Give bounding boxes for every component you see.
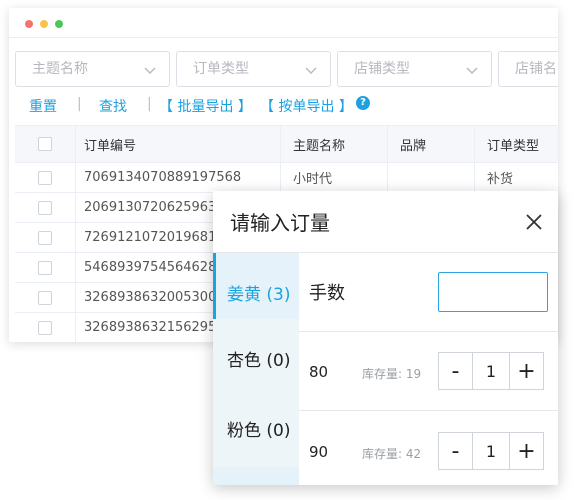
chevron-down-icon	[144, 67, 156, 74]
table-row[interactable]: 7069134070889197568 小时代 补货	[15, 163, 558, 193]
batch-export-link[interactable]: 【 批量导出 】	[159, 96, 252, 116]
quantity-stepper: - 1 +	[438, 352, 544, 390]
hands-input[interactable]	[438, 272, 548, 312]
quantity-panel: 手数 80 库存量: 19 - 1 + 90 库存量: 42 - 1 +	[299, 253, 558, 485]
order-type: 补货	[474, 163, 558, 192]
row-checkbox[interactable]	[38, 290, 52, 305]
row-checkbox[interactable]	[38, 170, 52, 185]
filter-bar: 主题名称 订单类型 店铺类型 店铺名	[9, 51, 558, 87]
column-header: 订单类型	[474, 126, 558, 162]
theme-select[interactable]: 主题名称	[15, 51, 170, 87]
color-tab-label: 姜黄 (3)	[227, 284, 291, 305]
select-all-checkbox[interactable]	[38, 137, 52, 151]
color-tab-label: 粉色 (0)	[227, 420, 291, 441]
quantity-value[interactable]: 1	[473, 353, 509, 389]
reset-link[interactable]: 重置	[29, 96, 57, 116]
row-checkbox[interactable]	[38, 230, 52, 245]
row-checkbox[interactable]	[38, 320, 52, 335]
close-icon[interactable]	[520, 208, 548, 236]
hands-row: 手数	[299, 253, 558, 332]
order-type-select[interactable]: 订单类型	[176, 51, 331, 87]
column-header: 主题名称	[280, 126, 387, 162]
size-value: 90	[309, 443, 329, 461]
column-header: 品牌	[387, 126, 474, 162]
quantity-value[interactable]: 1	[473, 433, 509, 469]
help-icon[interactable]: ?	[356, 96, 370, 110]
single-export-link[interactable]: 【 按单导出 】	[260, 96, 353, 116]
size-row: 90 库存量: 42 - 1 +	[299, 411, 558, 485]
store-type-select[interactable]: 店铺类型	[337, 51, 492, 87]
decrement-button[interactable]: -	[439, 433, 473, 469]
size-value: 80	[309, 363, 329, 381]
divider: |	[147, 96, 152, 112]
row-checkbox[interactable]	[38, 260, 52, 275]
order-number: 7069134070889197568	[75, 163, 280, 192]
order-quantity-dialog: 请输入订量 姜黄 (3) 杏色 (0) 粉色 (0) 手数 80 库存量: 19…	[213, 191, 558, 485]
divider: |	[77, 96, 82, 112]
store-type-placeholder: 店铺类型	[354, 61, 410, 77]
order-type-placeholder: 订单类型	[193, 61, 249, 77]
chevron-down-icon	[466, 67, 478, 74]
stock-label: 库存量: 19	[362, 367, 422, 381]
close-window-dot[interactable]	[25, 20, 33, 28]
color-tab-apricot[interactable]: 杏色 (0)	[213, 319, 299, 397]
theme-select-placeholder: 主题名称	[32, 61, 88, 77]
theme-name: 小时代	[280, 163, 387, 192]
size-row: 80 库存量: 19 - 1 +	[299, 332, 558, 411]
color-tab-pink[interactable]: 粉色 (0)	[213, 389, 299, 467]
table-header: 订单编号 主题名称 品牌 订单类型	[15, 125, 558, 163]
dialog-header: 请输入订量	[213, 191, 558, 253]
title-bar	[9, 8, 558, 38]
search-link[interactable]: 查找	[99, 96, 127, 116]
color-sidebar: 姜黄 (3) 杏色 (0) 粉色 (0)	[213, 253, 299, 485]
decrement-button[interactable]: -	[439, 353, 473, 389]
chevron-down-icon	[305, 67, 317, 74]
quantity-stepper: - 1 +	[438, 432, 544, 470]
maximize-window-dot[interactable]	[55, 20, 63, 28]
minimize-window-dot[interactable]	[40, 20, 48, 28]
increment-button[interactable]: +	[509, 353, 543, 389]
store-name-select[interactable]: 店铺名	[498, 51, 558, 87]
stock-label: 库存量: 42	[362, 447, 422, 461]
column-header: 订单编号	[75, 126, 280, 162]
store-name-placeholder: 店铺名	[515, 61, 557, 77]
hands-label: 手数	[309, 283, 345, 304]
dialog-title: 请输入订量	[230, 211, 330, 235]
brand	[387, 163, 474, 192]
row-checkbox[interactable]	[38, 200, 52, 215]
color-tab-label: 杏色 (0)	[227, 350, 291, 371]
increment-button[interactable]: +	[509, 433, 543, 469]
